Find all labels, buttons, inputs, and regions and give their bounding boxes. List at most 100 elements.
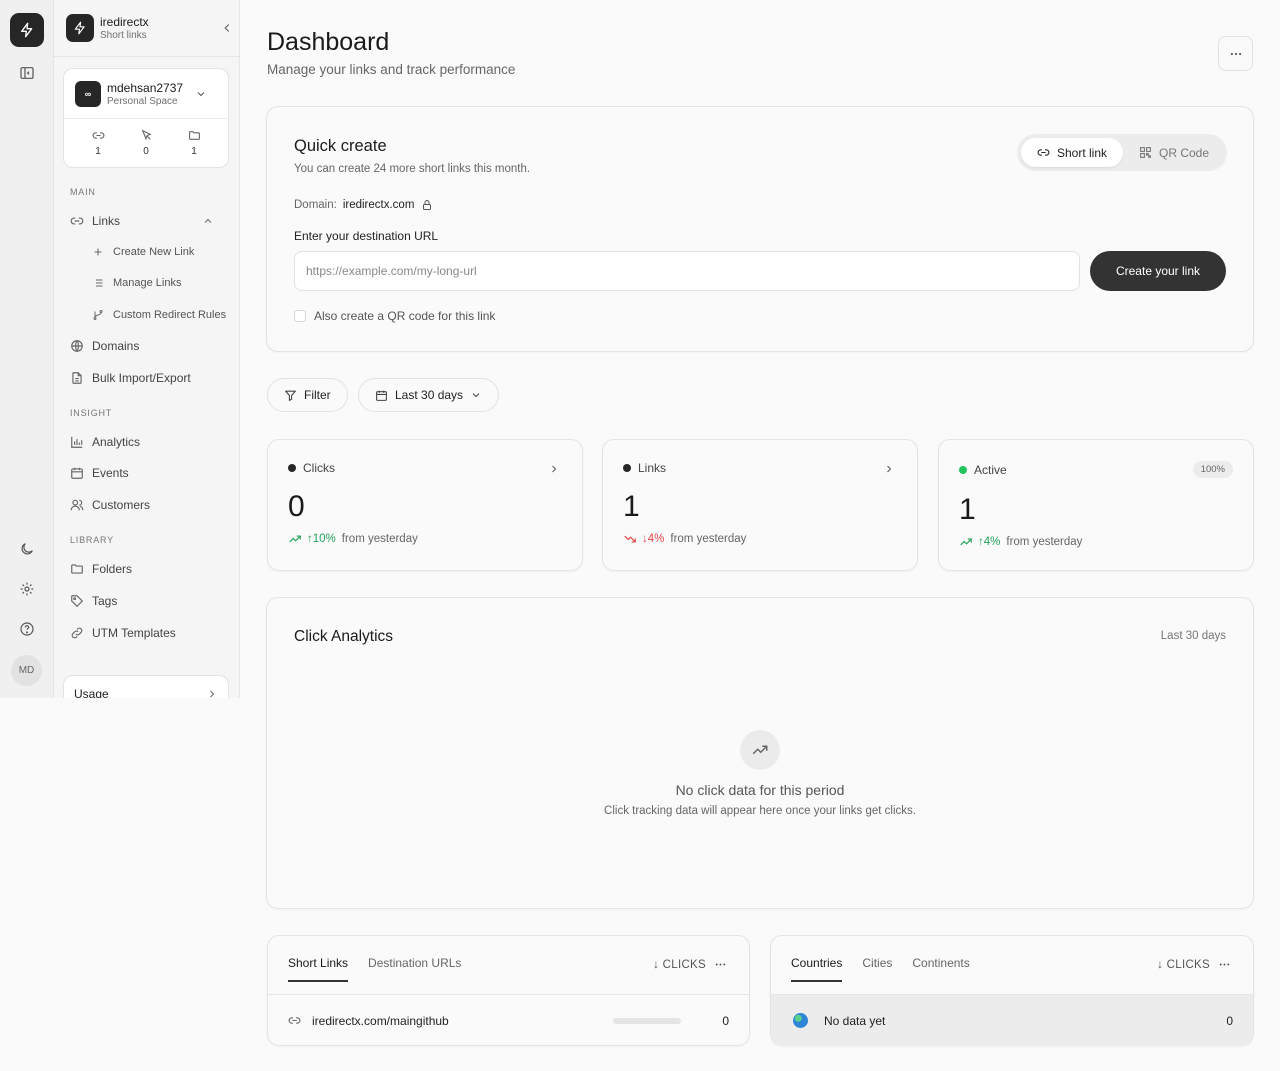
sidebar-item-manage-links[interactable]: Manage Links xyxy=(91,273,239,293)
bolt-icon xyxy=(19,22,35,38)
workspace-stat-folders: 1 xyxy=(179,129,209,157)
short-link-url[interactable]: iredirectx.com/maingithub xyxy=(312,1014,449,1028)
chevron-right-icon[interactable] xyxy=(883,463,895,475)
tab-countries[interactable]: Countries xyxy=(791,956,843,982)
usage-card[interactable]: Usage xyxy=(63,675,229,698)
stat-trend: ↑10% from yesterday xyxy=(288,532,418,546)
qr-code-checkbox-row[interactable]: Also create a QR code for this link xyxy=(294,309,495,323)
destination-url-input[interactable] xyxy=(294,251,1080,291)
sidebar-panel-icon xyxy=(19,65,35,81)
tab-short-link[interactable]: Short link xyxy=(1021,138,1124,167)
empty-state-title: No click data for this period xyxy=(675,782,845,798)
sidebar-item-links[interactable]: Links xyxy=(70,211,230,231)
workspace-type: Personal Space xyxy=(107,96,178,107)
toggle-sidebar-button[interactable] xyxy=(15,61,39,85)
more-horizontal-icon[interactable] xyxy=(1218,958,1231,971)
trend-percent-value: 4% xyxy=(983,536,1001,548)
stat-value: 0 xyxy=(288,490,305,523)
link-icon xyxy=(1037,146,1050,159)
collapse-sidebar-button[interactable] xyxy=(220,21,234,35)
settings-button[interactable] xyxy=(15,577,39,601)
cursor-click-icon xyxy=(131,129,161,142)
brand-name: iredirectx xyxy=(100,15,149,29)
trend-percent: ↑4% xyxy=(978,536,1001,548)
help-button[interactable] xyxy=(15,617,39,641)
table-row[interactable]: iredirectx.com/maingithub 0 xyxy=(268,995,749,1046)
brand-subtitle: Short links xyxy=(100,30,147,41)
sidebar-item-folders[interactable]: Folders xyxy=(70,559,230,579)
app-logo[interactable] xyxy=(10,13,44,47)
status-badge: 100% xyxy=(1192,461,1233,478)
trending-down-icon xyxy=(623,532,637,546)
tabs: Countries Cities Continents xyxy=(791,956,990,982)
sort-label: ↓ CLICKS xyxy=(1157,958,1210,971)
clicks-bar xyxy=(613,1017,681,1024)
sidebar-item-customers[interactable]: Customers xyxy=(70,495,230,515)
sidebar-item-events[interactable]: Events xyxy=(70,463,230,483)
stat-label: Links xyxy=(623,461,666,475)
help-circle-icon xyxy=(19,621,35,637)
more-horizontal-icon[interactable] xyxy=(714,958,727,971)
sidebar-item-utm-templates[interactable]: UTM Templates xyxy=(70,623,230,643)
more-options-button[interactable] xyxy=(1218,36,1253,71)
sidebar: iredirectx Short links ∞ mdehsan2737 Per… xyxy=(54,0,240,698)
tab-qr-code[interactable]: QR Code xyxy=(1123,138,1225,167)
sidebar-item-bulk-import-export[interactable]: Bulk Import/Export xyxy=(70,368,230,388)
workspace-switcher[interactable]: ∞ mdehsan2737 Personal Space 1 0 1 xyxy=(63,68,229,168)
user-avatar[interactable]: MD xyxy=(11,655,42,686)
section-label-library: LIBRARY xyxy=(70,535,114,545)
sidebar-item-label: Tags xyxy=(92,594,118,608)
geo-card: Countries Cities Continents ↓ CLICKS No … xyxy=(770,935,1254,1046)
sidebar-item-label: Analytics xyxy=(92,435,141,449)
sidebar-item-tags[interactable]: Tags xyxy=(70,591,230,611)
qr-code-checkbox[interactable] xyxy=(294,310,306,322)
sidebar-item-create-new-link[interactable]: Create New Link xyxy=(91,242,239,262)
status-dot xyxy=(623,464,631,472)
create-link-button[interactable]: Create your link xyxy=(1090,251,1226,291)
theme-toggle-button[interactable] xyxy=(15,537,39,561)
tab-destination-urls[interactable]: Destination URLs xyxy=(368,956,461,982)
sort-clicks-button[interactable]: ↓ CLICKS xyxy=(1157,958,1231,971)
clicks-count: 0 xyxy=(722,1013,729,1028)
lock-icon xyxy=(421,199,433,211)
filter-button[interactable]: Filter xyxy=(267,378,348,412)
table-row: No data yet 0 xyxy=(771,995,1253,1046)
tab-cities[interactable]: Cities xyxy=(862,956,892,982)
tag-icon xyxy=(70,594,84,608)
divider xyxy=(64,118,228,119)
chevron-right-icon xyxy=(206,688,218,698)
click-analytics-period: Last 30 days xyxy=(1160,630,1226,642)
workspace-name: mdehsan2737 xyxy=(107,81,184,95)
chevron-right-icon[interactable] xyxy=(548,463,560,475)
divider xyxy=(54,56,239,57)
brand: iredirectx Short links xyxy=(66,14,230,44)
folder-icon xyxy=(179,129,209,142)
sort-label: ↓ CLICKS xyxy=(653,958,706,971)
stat-card-clicks[interactable]: Clicks 0 ↑10% from yesterday xyxy=(267,439,583,571)
link-2-icon xyxy=(70,626,84,640)
quick-create-subtitle: You can create 24 more short links this … xyxy=(294,163,531,175)
stat-card-active[interactable]: Active 100% 1 ↑4% from yesterday xyxy=(938,439,1254,571)
tab-short-links[interactable]: Short Links xyxy=(288,956,349,982)
date-range-select[interactable]: Last 30 days xyxy=(358,378,500,412)
section-label-main: MAIN xyxy=(70,187,96,197)
stat-value: 1 xyxy=(959,493,976,526)
sidebar-item-custom-redirect-rules[interactable]: Custom Redirect Rules xyxy=(91,305,239,325)
qr-code-checkbox-label: Also create a QR code for this link xyxy=(314,309,496,323)
empty-state-subtitle: Click tracking data will appear here onc… xyxy=(604,805,916,817)
sidebar-item-analytics[interactable]: Analytics xyxy=(70,432,230,452)
tab-continents[interactable]: Continents xyxy=(912,956,969,982)
sidebar-item-domains[interactable]: Domains xyxy=(70,336,230,356)
sidebar-item-label: Custom Redirect Rules xyxy=(113,309,227,321)
trend-text: from yesterday xyxy=(341,533,418,545)
bar-chart-icon xyxy=(70,435,84,449)
quick-create-card: Quick create You can create 24 more shor… xyxy=(266,106,1254,352)
clicks-count: 0 xyxy=(1226,1013,1233,1028)
status-dot xyxy=(288,464,296,472)
moon-icon xyxy=(19,541,35,557)
stat-card-links[interactable]: Links 1 ↓4% from yesterday xyxy=(602,439,918,571)
calendar-icon xyxy=(70,466,84,480)
chevron-up-icon[interactable] xyxy=(202,215,214,227)
sort-clicks-button[interactable]: ↓ CLICKS xyxy=(653,958,727,971)
brand-logo[interactable] xyxy=(66,14,94,42)
